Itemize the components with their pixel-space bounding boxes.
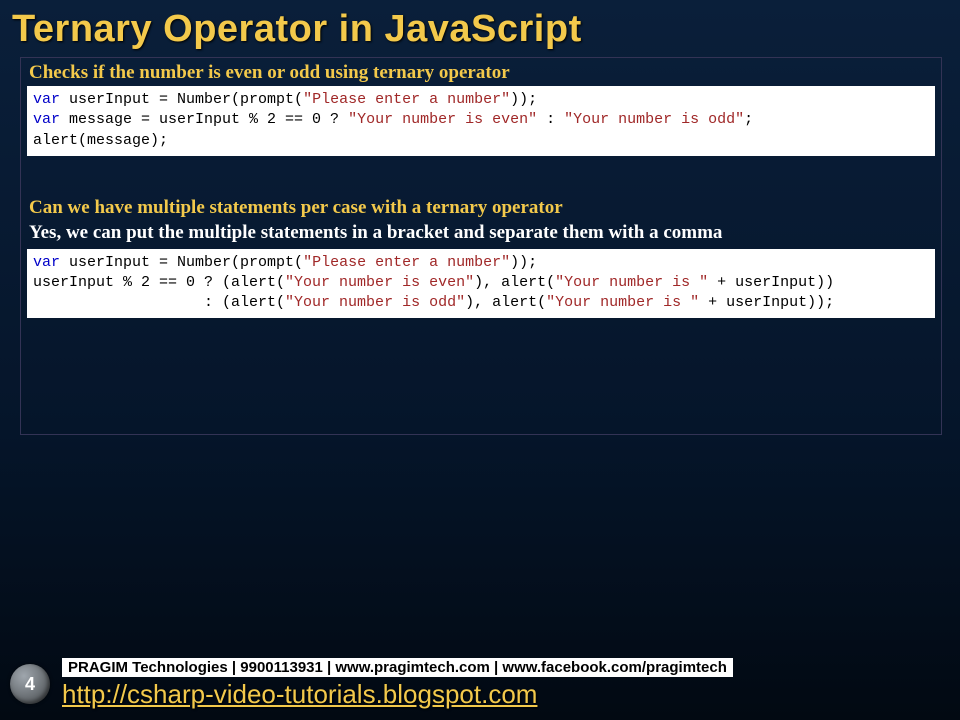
content-frame: Checks if the number is even or odd usin… <box>20 57 942 435</box>
code-block-2: var userInput = Number(prompt("Please en… <box>27 249 935 319</box>
section2-heading: Can we have multiple statements per case… <box>27 196 935 221</box>
section2-body: Yes, we can put the multiple statements … <box>27 221 935 249</box>
section1-heading: Checks if the number is even or odd usin… <box>27 61 935 86</box>
slide-footer: 4 PRAGIM Technologies | 9900113931 | www… <box>0 652 960 720</box>
footer-info: PRAGIM Technologies | 9900113931 | www.p… <box>62 658 733 677</box>
slide-title: Ternary Operator in JavaScript <box>0 0 960 51</box>
code-block-1: var userInput = Number(prompt("Please en… <box>27 86 935 156</box>
page-number-badge: 4 <box>10 664 50 704</box>
footer-link[interactable]: http://csharp-video-tutorials.blogspot.c… <box>62 679 950 710</box>
